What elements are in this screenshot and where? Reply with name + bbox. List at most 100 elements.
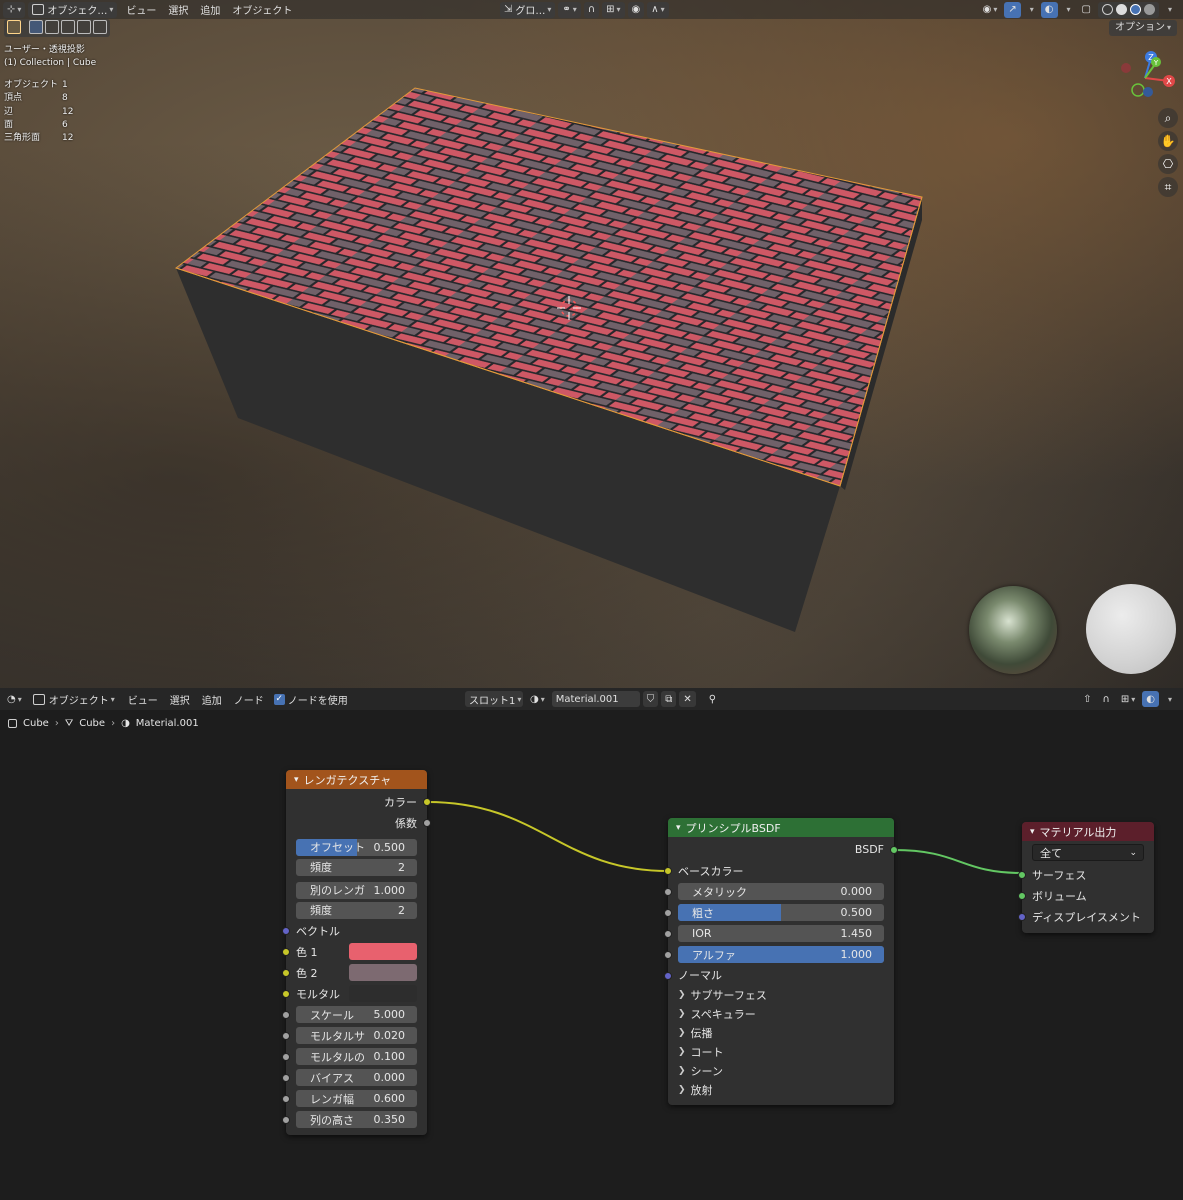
hdri-preview-sphere[interactable]: [969, 586, 1057, 674]
bsdf-param-field[interactable]: 粗さ 0.500: [678, 904, 884, 921]
socket-value-in[interactable]: [282, 1010, 290, 1019]
xray-toggle[interactable]: ▢: [1078, 2, 1095, 18]
socket-value-in[interactable]: [282, 1073, 290, 1082]
shader-node-editor[interactable]: ◔ ▾ オブジェクト ▾ ビュー 選択 追加 ノード ✓ ノードを使用 スロット1 ▾…: [0, 688, 1183, 1200]
select-invert-icon[interactable]: [77, 20, 91, 34]
socket-mortar-in[interactable]: [282, 989, 290, 998]
panel-label: コート: [690, 1045, 724, 1059]
socket-displacement-in[interactable]: [1018, 912, 1026, 921]
brick-param-field[interactable]: モルタルサ 0.020: [296, 1027, 417, 1044]
snap-target-button[interactable]: ⊞ ▾: [602, 1, 625, 18]
socket-bsdf-out[interactable]: [890, 845, 898, 854]
bsdf-param-field[interactable]: アルファ 1.000: [678, 946, 884, 963]
offset-frequency-field[interactable]: 頻度 2: [296, 858, 417, 876]
color1-swatch[interactable]: [349, 943, 417, 960]
socket-vector-in[interactable]: [282, 926, 290, 935]
socket-value-in[interactable]: [664, 887, 672, 896]
overlay-dropdown[interactable]: ▾: [1061, 2, 1075, 18]
select-extend-icon[interactable]: [45, 20, 59, 34]
offset-field[interactable]: オフセット 0.500: [296, 838, 417, 856]
wireframe-shading-icon[interactable]: [1101, 4, 1113, 15]
select-tool-icon[interactable]: [7, 20, 21, 34]
brick-param-field[interactable]: レンガ幅 0.600: [296, 1090, 417, 1107]
socket-value-in[interactable]: [282, 1115, 290, 1124]
bsdf-param-field[interactable]: IOR 1.450: [678, 925, 884, 942]
solid-shading-icon[interactable]: [1115, 4, 1127, 15]
socket-color-out[interactable]: [423, 797, 431, 806]
material-shading-icon[interactable]: [1129, 4, 1141, 15]
node-header[interactable]: ▾ マテリアル出力: [1022, 822, 1154, 841]
rendered-shading-icon[interactable]: [1143, 4, 1155, 15]
pivot-button[interactable]: ⚭ ▾: [558, 1, 581, 18]
material-output-node[interactable]: ▾ マテリアル出力 全て ⌄ サーフェス ボリューム ディスプレイスメント: [1018, 822, 1154, 933]
camera-icon[interactable]: ⎔: [1158, 154, 1178, 174]
diffuse-preview-sphere[interactable]: [1086, 584, 1176, 674]
socket-value-in[interactable]: [282, 1031, 290, 1040]
brick-param-field[interactable]: 列の高さ 0.350: [296, 1111, 417, 1128]
transform-orientation-dropdown[interactable]: ⇲ グロ… ▾: [500, 1, 556, 18]
overlay-toggle[interactable]: ◐: [1040, 1, 1058, 18]
options-dropdown[interactable]: オプション ▾: [1108, 20, 1177, 36]
menu-select[interactable]: 選択: [162, 2, 194, 17]
collapse-arrow-icon[interactable]: ▾: [1030, 827, 1035, 837]
socket-volume-in[interactable]: [1018, 891, 1026, 900]
gizmo-dropdown[interactable]: ▾: [1024, 2, 1038, 18]
falloff-button[interactable]: ∧ ▾: [647, 1, 669, 18]
brick-texture-node[interactable]: ▾ レンガテクスチャ カラー 係数 オフセット 0.500 頻度 2 別のレンガ 1.…: [282, 770, 431, 1135]
bsdf-panel-toggle[interactable]: ❯ シーン: [668, 1061, 894, 1080]
3d-viewport[interactable]: ⊹ ▾ オブジェク… ▾ ビュー 選択 追加 オブジェクト ⇲ グロ… ▾ ⚭ ▾ ∩ …: [0, 0, 1183, 688]
brick-param-field[interactable]: スケール 5.000: [296, 1006, 417, 1023]
neg-y-icon[interactable]: [1131, 83, 1145, 97]
neg-z-icon[interactable]: [1143, 87, 1153, 97]
color2-swatch[interactable]: [349, 964, 417, 981]
menu-add[interactable]: 追加: [194, 2, 226, 17]
node-header[interactable]: ▾ プリンシプルBSDF: [668, 818, 894, 837]
socket-fac-out[interactable]: [423, 818, 431, 827]
socket-value-in[interactable]: [664, 908, 672, 917]
select-intersect-icon[interactable]: [93, 20, 107, 34]
socket-color2-in[interactable]: [282, 968, 290, 977]
collapse-arrow-icon[interactable]: ▾: [676, 823, 681, 833]
shading-modes[interactable]: [1097, 1, 1159, 18]
collapse-arrow-icon[interactable]: ▾: [294, 775, 299, 785]
node-header[interactable]: ▾ レンガテクスチャ: [286, 770, 427, 789]
socket-value-in[interactable]: [282, 1094, 290, 1103]
socket-basecolor-in[interactable]: [664, 866, 672, 875]
bsdf-panel-toggle[interactable]: ❯ コート: [668, 1042, 894, 1061]
neg-x-icon[interactable]: [1121, 63, 1131, 73]
gizmo-toggle[interactable]: ↗: [1004, 1, 1021, 18]
mortar-swatch[interactable]: [349, 985, 417, 1002]
select-new-icon[interactable]: [29, 20, 43, 34]
bsdf-panel-toggle[interactable]: ❯ 放射: [668, 1080, 894, 1099]
socket-surface-in[interactable]: [1018, 870, 1026, 879]
proportional-edit-button[interactable]: ◉: [627, 1, 645, 18]
socket-value-in[interactable]: [664, 929, 672, 938]
brick-param-field[interactable]: モルタルの 0.100: [296, 1048, 417, 1065]
navigation-gizmo[interactable]: Z X Y: [1115, 50, 1175, 105]
brick-cube[interactable]: [0, 0, 1183, 688]
bsdf-param-field[interactable]: メタリック 0.000: [678, 883, 884, 900]
socket-normal-in[interactable]: [664, 971, 672, 980]
bsdf-panel-toggle[interactable]: ❯ スペキュラー: [668, 1004, 894, 1023]
brick-param-field[interactable]: バイアス 0.000: [296, 1069, 417, 1086]
menu-object[interactable]: オブジェクト: [226, 2, 298, 17]
bsdf-panel-toggle[interactable]: ❯ 伝播: [668, 1023, 894, 1042]
pan-hand-icon[interactable]: ✋: [1158, 131, 1178, 151]
visibility-button[interactable]: ◉ ▾: [979, 2, 1002, 18]
zoom-icon[interactable]: ⌕: [1158, 108, 1178, 128]
socket-value-in[interactable]: [282, 1052, 290, 1061]
editor-type-button[interactable]: ⊹ ▾: [3, 1, 26, 18]
socket-value-in[interactable]: [664, 950, 672, 959]
menu-view[interactable]: ビュー: [120, 2, 162, 17]
mode-dropdown[interactable]: オブジェク… ▾: [28, 1, 118, 18]
bsdf-panel-toggle[interactable]: ❯ サブサーフェス: [668, 985, 894, 1004]
snap-button[interactable]: ∩: [583, 1, 600, 18]
grid-perspective-icon[interactable]: ⌗: [1158, 177, 1178, 197]
select-subtract-icon[interactable]: [61, 20, 75, 34]
target-dropdown[interactable]: 全て ⌄: [1032, 844, 1144, 861]
squash-frequency-field[interactable]: 頻度 2: [296, 901, 417, 919]
shading-dropdown[interactable]: ▾: [1162, 2, 1176, 18]
squash-field[interactable]: 別のレンガ 1.000: [296, 881, 417, 899]
principled-bsdf-node[interactable]: ▾ プリンシプルBSDF BSDF ベースカラー メタリック 0.000 粗さ 0.5…: [664, 818, 898, 1105]
socket-color1-in[interactable]: [282, 947, 290, 956]
